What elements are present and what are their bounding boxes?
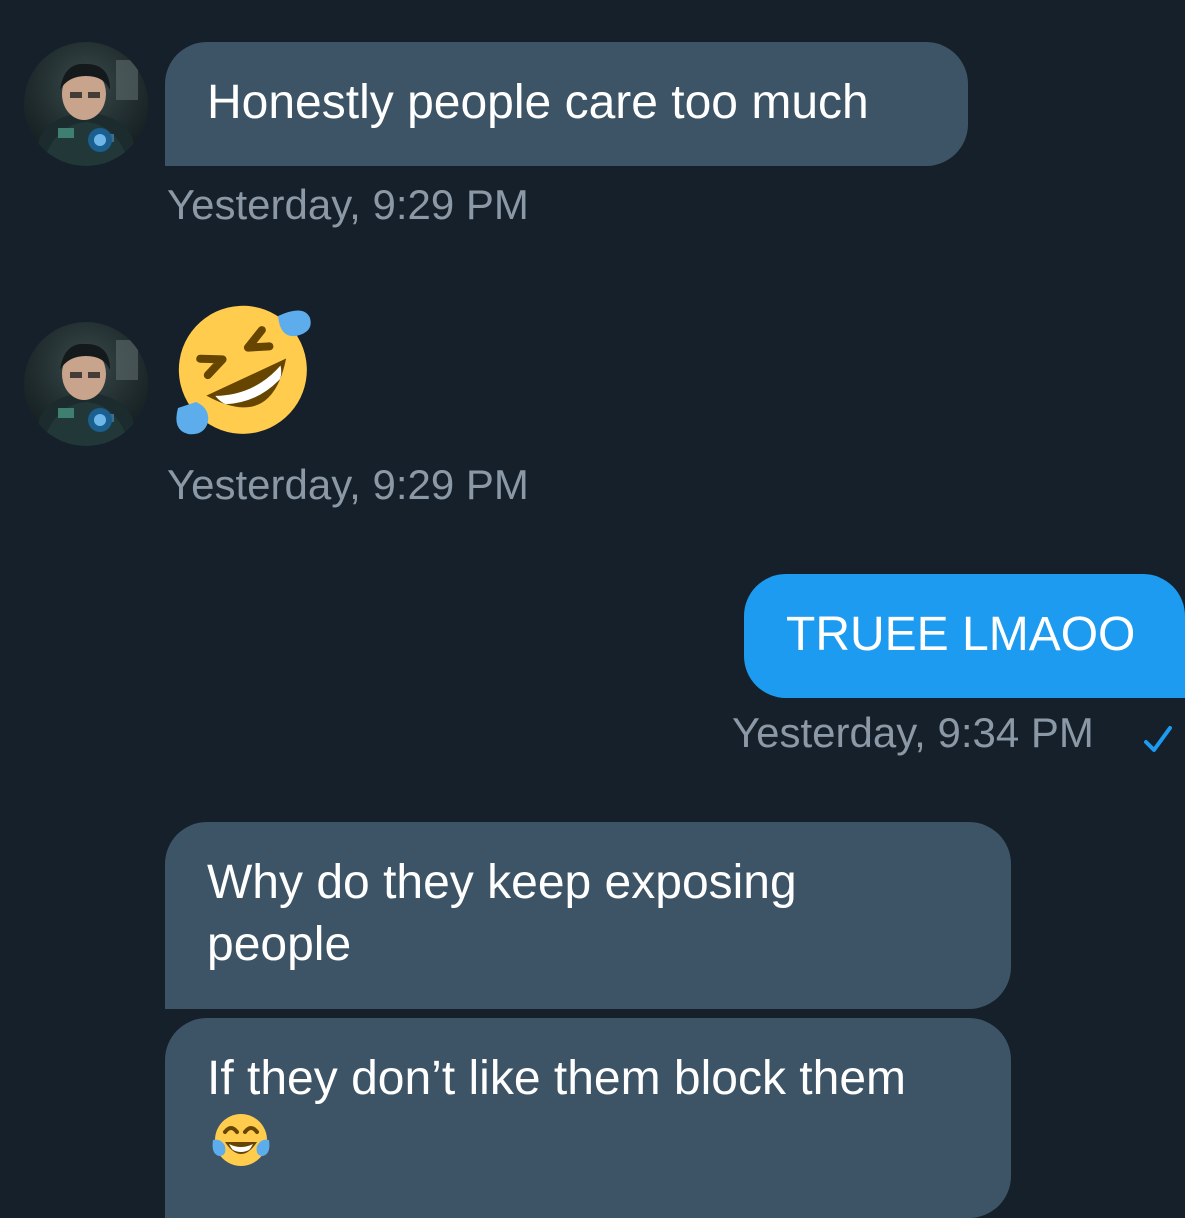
rolling-on-floor-laughing-emoji bbox=[168, 298, 316, 438]
message-timestamp: Yesterday, 9:29 PM bbox=[167, 461, 529, 508]
message-bubble[interactable]: Why do they keep exposing people bbox=[165, 822, 1011, 1009]
check-icon bbox=[1144, 726, 1172, 752]
avatar[interactable] bbox=[24, 42, 148, 166]
message-text: If they don’t like them block them bbox=[207, 1052, 906, 1105]
avatar[interactable] bbox=[24, 322, 148, 446]
message-bubble[interactable]: TRUEE LMAOO bbox=[744, 574, 1185, 698]
message-text: Why do they keep exposing people bbox=[207, 856, 797, 971]
message-text: TRUEE LMAOO bbox=[786, 608, 1136, 661]
message-bubble[interactable]: Honestly people care too much bbox=[165, 42, 968, 166]
message-text: Honestly people care too much bbox=[207, 76, 869, 129]
message-timestamp: Yesterday, 9:34 PM bbox=[732, 709, 1094, 756]
message-timestamp: Yesterday, 9:29 PM bbox=[167, 181, 529, 228]
face-with-tears-of-joy-emoji bbox=[212, 1114, 270, 1166]
message-bubble[interactable]: If they don’t like them block them bbox=[165, 1018, 1011, 1218]
